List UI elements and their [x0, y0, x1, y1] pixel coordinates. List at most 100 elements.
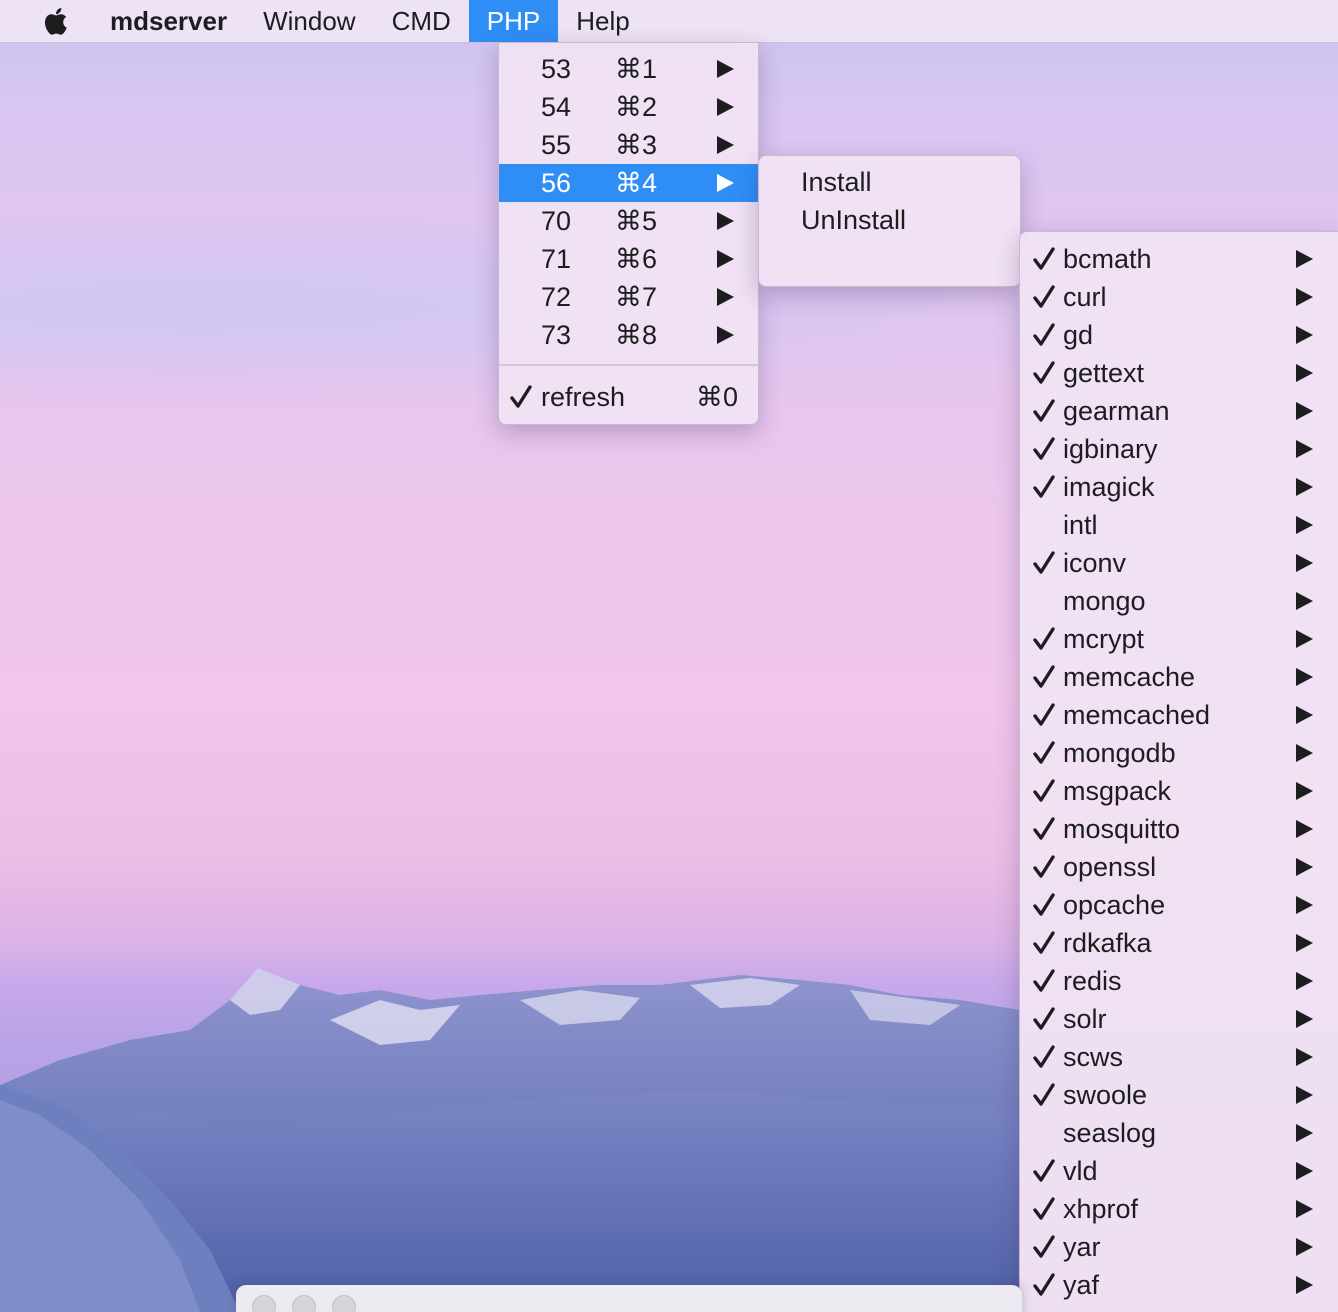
extension-item-gearman[interactable]: gearman	[1020, 392, 1338, 430]
zoom-window-button[interactable]	[332, 1295, 356, 1312]
extension-item-xhprof[interactable]: xhprof	[1020, 1190, 1338, 1228]
close-window-button[interactable]	[252, 1295, 276, 1312]
submenu-arrow-icon	[1296, 782, 1313, 800]
checkmark-icon	[1033, 627, 1055, 650]
checkmark-icon	[1033, 931, 1055, 954]
checkmark-icon	[1033, 1197, 1055, 1220]
extension-label: openssl	[1063, 852, 1157, 882]
shortcut-label: ⌘5	[615, 206, 658, 236]
submenu-arrow-icon	[1296, 478, 1313, 496]
extension-item-redis[interactable]: redis	[1020, 962, 1338, 1000]
extension-item-bcmath[interactable]: bcmath	[1020, 240, 1338, 278]
checkmark-icon	[1033, 551, 1055, 574]
menu-php[interactable]: PHP	[468, 0, 559, 42]
extension-label: scws	[1063, 1042, 1123, 1072]
submenu-arrow-icon	[1296, 1200, 1313, 1218]
php-version-55[interactable]: 55 ⌘3	[499, 126, 758, 164]
shortcut-label: ⌘3	[615, 130, 658, 160]
checkmark-icon	[510, 385, 532, 408]
submenu-arrow-icon	[1296, 402, 1313, 420]
extension-label: iconv	[1063, 548, 1127, 578]
extension-item-seaslog[interactable]: seaslog	[1020, 1114, 1338, 1152]
submenu-arrow-icon	[717, 212, 734, 230]
install-menu-item[interactable]: Install	[759, 163, 1020, 201]
menu-cmd[interactable]: CMD	[374, 0, 469, 42]
extension-item-mongodb[interactable]: mongodb	[1020, 734, 1338, 772]
shortcut-label: ⌘0	[695, 382, 738, 412]
extension-label: bcmath	[1063, 244, 1152, 274]
php-version-56[interactable]: 56 ⌘4	[499, 164, 758, 202]
extension-item-mosquitto[interactable]: mosquitto	[1020, 810, 1338, 848]
install-label: Install	[801, 167, 872, 197]
version-label: 56	[541, 168, 572, 198]
extension-item-iconv[interactable]: iconv	[1020, 544, 1338, 582]
php-version-71[interactable]: 71 ⌘6	[499, 240, 758, 278]
checkmark-icon	[1033, 285, 1055, 308]
checkmark-icon	[1033, 893, 1055, 916]
submenu-arrow-icon	[717, 288, 734, 306]
extension-item-igbinary[interactable]: igbinary	[1020, 430, 1338, 468]
minimize-window-button[interactable]	[292, 1295, 316, 1312]
php-version-70[interactable]: 70 ⌘5	[499, 202, 758, 240]
extension-item-vld[interactable]: vld	[1020, 1152, 1338, 1190]
submenu-arrow-icon	[1296, 744, 1313, 762]
extension-item-scws[interactable]: scws	[1020, 1038, 1338, 1076]
checkmark-icon	[1033, 969, 1055, 992]
checkmark-icon	[1033, 437, 1055, 460]
checkmark-icon	[1033, 1007, 1055, 1030]
extension-item-msgpack[interactable]: msgpack	[1020, 772, 1338, 810]
extension-item-yar[interactable]: yar	[1020, 1228, 1338, 1266]
submenu-arrow-icon	[1296, 326, 1313, 344]
submenu-arrow-icon	[717, 60, 734, 78]
extension-item-solr[interactable]: solr	[1020, 1000, 1338, 1038]
app-window[interactable]	[236, 1285, 1022, 1312]
php-version-73[interactable]: 73 ⌘8	[499, 316, 758, 354]
extension-item-mongo[interactable]: mongo	[1020, 582, 1338, 620]
extension-item-gd[interactable]: gd	[1020, 316, 1338, 354]
refresh-menu-item[interactable]: refresh ⌘0	[499, 378, 758, 416]
php-version-54[interactable]: 54 ⌘2	[499, 88, 758, 126]
php-version-53[interactable]: 53 ⌘1	[499, 50, 758, 88]
extension-label: intl	[1063, 510, 1098, 540]
menu-separator	[499, 364, 758, 370]
uninstall-menu-item[interactable]: UnInstall	[759, 201, 1020, 239]
extension-item-opcache[interactable]: opcache	[1020, 886, 1338, 924]
menu-bar: mdserver Window CMD PHP Help	[0, 0, 1338, 43]
extension-item-intl[interactable]: intl	[1020, 506, 1338, 544]
menu-window[interactable]: Window	[245, 0, 373, 42]
php-version-72[interactable]: 72 ⌘7	[499, 278, 758, 316]
extension-label: gd	[1063, 320, 1094, 350]
extension-item-yaf[interactable]: yaf	[1020, 1266, 1338, 1304]
extension-item-curl[interactable]: curl	[1020, 278, 1338, 316]
extension-label: gettext	[1063, 358, 1145, 388]
submenu-arrow-icon	[1296, 250, 1313, 268]
submenu-arrow-icon	[1296, 668, 1313, 686]
extension-item-imagick[interactable]: imagick	[1020, 468, 1338, 506]
menu-help[interactable]: Help	[558, 0, 647, 42]
extension-label: memcached	[1063, 700, 1211, 730]
version-label: 70	[541, 206, 572, 236]
apple-menu[interactable]	[0, 0, 110, 42]
extension-label: mosquitto	[1063, 814, 1181, 844]
version-label: 55	[541, 130, 572, 160]
checkmark-icon	[1033, 1273, 1055, 1296]
extension-label: rdkafka	[1063, 928, 1152, 958]
extension-item-rdkafka[interactable]: rdkafka	[1020, 924, 1338, 962]
submenu-arrow-icon	[717, 174, 734, 192]
extension-item-mcrypt[interactable]: mcrypt	[1020, 620, 1338, 658]
extension-label: solr	[1063, 1004, 1107, 1034]
shortcut-label: ⌘1	[615, 54, 658, 84]
extension-item-memcached[interactable]: memcached	[1020, 696, 1338, 734]
extension-label: vld	[1063, 1156, 1098, 1186]
submenu-arrow-icon	[1296, 554, 1313, 572]
extension-item-gettext[interactable]: gettext	[1020, 354, 1338, 392]
checkmark-icon	[1033, 323, 1055, 346]
extension-item-memcache[interactable]: memcache	[1020, 658, 1338, 696]
submenu-arrow-icon	[1296, 934, 1313, 952]
app-menu-mdserver[interactable]: mdserver	[110, 0, 245, 42]
submenu-arrow-icon	[717, 250, 734, 268]
submenu-arrow-icon	[1296, 1086, 1313, 1104]
extension-item-openssl[interactable]: openssl	[1020, 848, 1338, 886]
version-label: 72	[541, 282, 572, 312]
extension-item-swoole[interactable]: swoole	[1020, 1076, 1338, 1114]
